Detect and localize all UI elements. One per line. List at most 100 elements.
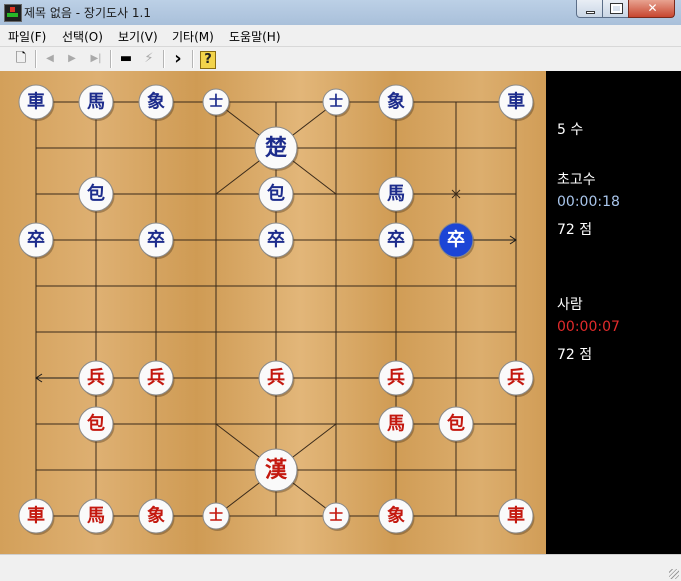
red-horse-piece[interactable]: 馬 (378, 406, 415, 443)
red-guard-piece[interactable]: 士 (202, 502, 231, 531)
move-first-button[interactable]: ◀ (40, 49, 60, 69)
piece-label: 包 (87, 413, 105, 435)
move-back-button[interactable]: ▶ (62, 49, 82, 69)
blue-cannon-piece[interactable]: 包 (258, 176, 295, 213)
move-last-button[interactable]: ▶| (86, 49, 106, 69)
red-soldier-piece[interactable]: 兵 (78, 360, 115, 397)
next-icon: › (174, 48, 182, 69)
piece-label: 士 (209, 507, 223, 524)
red-chariot-piece[interactable]: 車 (18, 498, 55, 535)
piece-label: 象 (387, 91, 405, 113)
new-file-button[interactable]: 🗋 (11, 49, 31, 69)
red-soldier-piece[interactable]: 兵 (258, 360, 295, 397)
human-player-name: 사람 (557, 297, 583, 313)
toolbar-separator (163, 50, 165, 68)
computer-timer: 00:00:18 (557, 194, 620, 210)
human-timer: 00:00:07 (557, 319, 620, 335)
red-cannon-piece[interactable]: 包 (78, 406, 115, 443)
red-guard-piece[interactable]: 士 (322, 502, 351, 531)
help-button[interactable]: ? (200, 51, 216, 69)
red-elephant-piece[interactable]: 象 (138, 498, 175, 535)
piece-label: 漢 (265, 457, 288, 483)
blue-horse-piece[interactable]: 馬 (378, 176, 415, 213)
piece-label: 兵 (147, 368, 165, 389)
new-file-icon: 🗋 (15, 51, 27, 66)
blue-chariot-piece[interactable]: 車 (498, 84, 535, 121)
computer-score: 72 점 (557, 222, 593, 238)
blue-soldier-selected-piece[interactable]: 卒 (438, 222, 475, 259)
blue-elephant-piece[interactable]: 象 (378, 84, 415, 121)
piece-label: 車 (27, 91, 45, 113)
menu-view[interactable]: 보기(V) (118, 28, 158, 45)
menu-select[interactable]: 선택(O) (62, 28, 103, 45)
board-canvas[interactable]: 車馬象士士象車楚包包馬卒卒卒卒卒兵兵兵兵兵包馬包漢車馬象士士象車 (0, 71, 546, 554)
title-bar[interactable]: 제목 없음 - 장기도사 1.1 ✕ (0, 0, 681, 26)
game-info-panel: 5 수 초고수 00:00:18 72 점 사람 00:00:07 72 점 (546, 71, 681, 554)
window-title: 제목 없음 - 장기도사 1.1 (24, 6, 151, 20)
toolbar-separator (110, 50, 112, 68)
blue-guard-piece[interactable]: 士 (322, 88, 351, 117)
blue-soldier-piece[interactable]: 卒 (138, 222, 175, 259)
toolbar-separator (35, 50, 37, 68)
piece-label: 象 (147, 505, 165, 527)
application-window: 제목 없음 - 장기도사 1.1 ✕ 파일(F) 선택(O) 보기(V) 기타(… (0, 0, 681, 581)
blue-general-piece[interactable]: 楚 (254, 126, 299, 171)
blue-guard-piece[interactable]: 士 (202, 88, 231, 117)
human-score: 72 점 (557, 347, 593, 363)
move-first-icon: ◀ (46, 53, 54, 64)
piece-label: 兵 (507, 368, 525, 389)
board-icon: ▬ (119, 51, 133, 66)
menu-misc[interactable]: 기타(M) (172, 28, 214, 45)
piece-label: 卒 (447, 229, 465, 251)
red-horse-piece[interactable]: 馬 (78, 498, 115, 535)
piece-label: 象 (147, 91, 165, 113)
toolbar-separator (192, 50, 194, 68)
minimize-icon (586, 11, 595, 14)
menu-help[interactable]: 도움말(H) (229, 28, 281, 45)
red-cannon-piece[interactable]: 包 (438, 406, 475, 443)
piece-label: 象 (387, 505, 405, 527)
menu-file[interactable]: 파일(F) (8, 28, 46, 45)
piece-label: 兵 (87, 368, 105, 389)
blue-elephant-piece[interactable]: 象 (138, 84, 175, 121)
blue-soldier-piece[interactable]: 卒 (378, 222, 415, 259)
next-button[interactable]: › (168, 49, 188, 69)
piece-label: 士 (329, 93, 343, 110)
piece-label: 兵 (387, 368, 405, 389)
blue-cannon-piece[interactable]: 包 (78, 176, 115, 213)
piece-label: 兵 (267, 368, 285, 389)
computer-player-name: 초고수 (557, 172, 596, 188)
resize-grip-icon[interactable] (669, 569, 679, 579)
blue-chariot-piece[interactable]: 車 (18, 84, 55, 121)
piece-label: 車 (507, 91, 525, 113)
maximize-button[interactable] (602, 0, 629, 18)
close-button[interactable]: ✕ (628, 0, 675, 18)
board-button[interactable]: ▬ (116, 49, 136, 69)
hint-icon: ⚡ (144, 51, 154, 66)
blue-horse-piece[interactable]: 馬 (78, 84, 115, 121)
blue-soldier-piece[interactable]: 卒 (18, 222, 55, 259)
janggi-board[interactable]: 車馬象士士象車楚包包馬卒卒卒卒卒兵兵兵兵兵包馬包漢車馬象士士象車 (0, 71, 546, 554)
piece-label: 卒 (387, 229, 405, 251)
piece-label: 包 (447, 413, 465, 435)
piece-label: 馬 (387, 414, 405, 435)
red-general-piece[interactable]: 漢 (254, 448, 299, 493)
hint-button[interactable]: ⚡ (139, 49, 159, 69)
red-soldier-piece[interactable]: 兵 (498, 360, 535, 397)
help-icon: ? (204, 52, 212, 67)
piece-label: 包 (267, 183, 285, 205)
red-chariot-piece[interactable]: 車 (498, 498, 535, 535)
red-elephant-piece[interactable]: 象 (378, 498, 415, 535)
minimize-button[interactable] (576, 0, 603, 18)
red-soldier-piece[interactable]: 兵 (138, 360, 175, 397)
maximize-icon (610, 3, 623, 14)
app-icon[interactable] (4, 4, 22, 22)
move-count: 5 수 (557, 122, 584, 138)
piece-label: 卒 (27, 229, 45, 251)
move-last-icon: ▶| (90, 53, 102, 64)
menu-bar: 파일(F) 선택(O) 보기(V) 기타(M) 도움말(H) (0, 25, 681, 45)
piece-label: 馬 (87, 92, 105, 113)
red-soldier-piece[interactable]: 兵 (378, 360, 415, 397)
blue-soldier-piece[interactable]: 卒 (258, 222, 295, 259)
toolbar: 🗋 ◀ ▶ ▶| ▬ ⚡ › ? (0, 46, 681, 72)
